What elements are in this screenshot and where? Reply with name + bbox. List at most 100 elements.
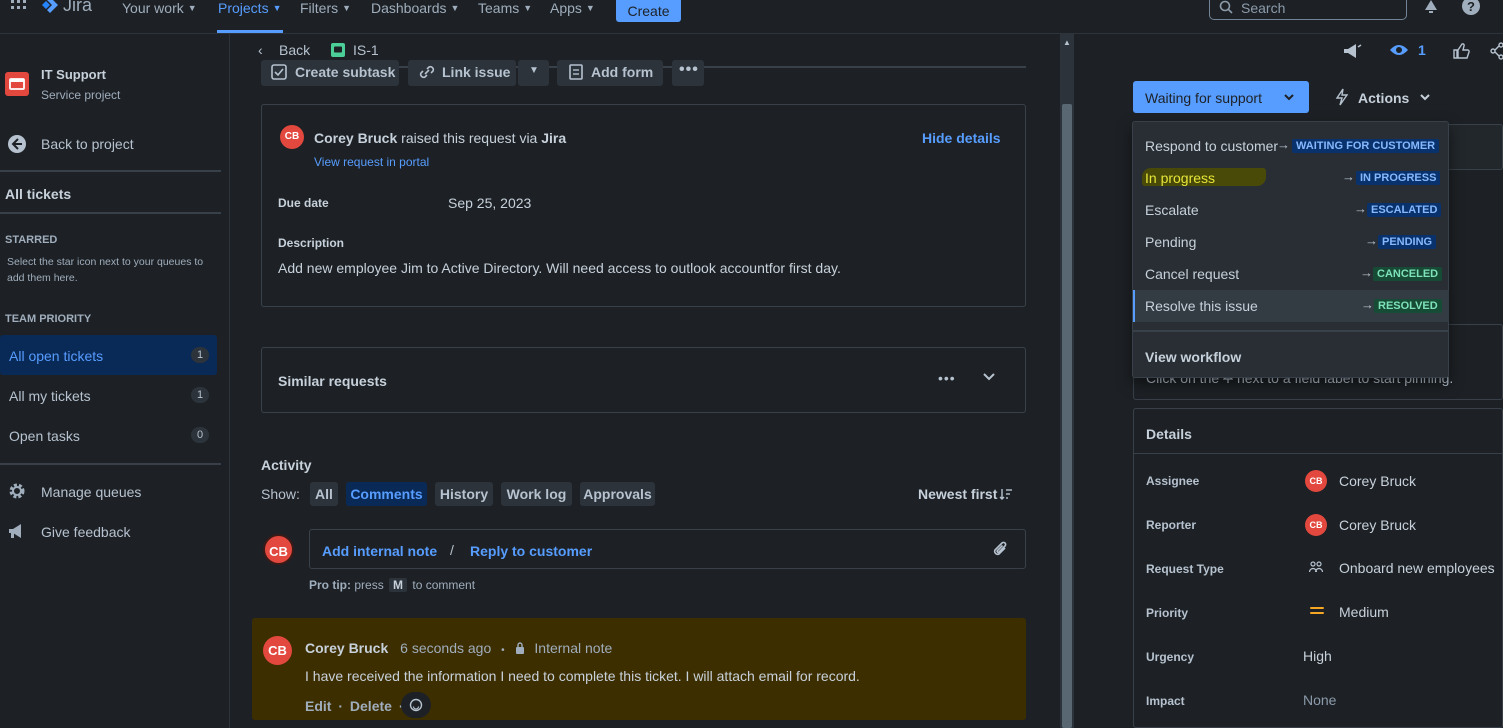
status-button[interactable]: Waiting for support bbox=[1133, 81, 1309, 113]
sidebar-item-all-my-tickets[interactable]: All my tickets 1 bbox=[0, 375, 217, 415]
create-subtask-button[interactable]: Create subtask bbox=[261, 60, 399, 86]
transition-resolve-this-issue[interactable]: Resolve this issue → RESOLVED bbox=[1133, 290, 1449, 322]
transition-cancel-request[interactable]: Cancel request → CANCELED bbox=[1133, 258, 1449, 290]
raised-by-name[interactable]: Corey Bruck bbox=[314, 130, 397, 146]
details-header[interactable]: Details bbox=[1134, 409, 1502, 454]
scroll-up-arrow-icon[interactable]: ▲ bbox=[1063, 38, 1071, 47]
back-label: Back bbox=[279, 42, 311, 58]
issue-main-panel: ‹ Back IS-1 Create subtask Link issue ▼ … bbox=[230, 34, 1060, 728]
manage-queues-link[interactable]: Manage queues bbox=[0, 480, 217, 504]
jira-logo-icon[interactable] bbox=[41, 0, 59, 14]
description-text[interactable]: Add new employee Jim to Active Directory… bbox=[278, 260, 841, 276]
comment-author[interactable]: Corey Bruck bbox=[305, 640, 388, 656]
editor-separator: / bbox=[450, 542, 454, 558]
impact-value[interactable]: None bbox=[1303, 692, 1336, 708]
nav-apps-label: Apps bbox=[550, 0, 582, 16]
watch-count[interactable]: 1 bbox=[1418, 42, 1426, 58]
avatar[interactable]: CB bbox=[263, 636, 292, 665]
all-tickets-heading[interactable]: All tickets bbox=[5, 186, 71, 202]
transition-respond-to-customer[interactable]: Respond to customer → WAITING FOR CUSTOM… bbox=[1133, 130, 1449, 162]
delete-comment-button[interactable]: Delete bbox=[350, 698, 392, 714]
app-name[interactable]: Jira bbox=[63, 0, 92, 16]
transition-escalate[interactable]: Escalate → ESCALATED bbox=[1133, 194, 1449, 226]
status-lozenge: PENDING bbox=[1378, 235, 1437, 249]
sidebar-item-all-open-tickets[interactable]: All open tickets 1 bbox=[0, 335, 217, 375]
view-workflow-link[interactable]: View workflow bbox=[1145, 349, 1241, 365]
reply-to-customer-button[interactable]: Reply to customer bbox=[470, 543, 592, 559]
create-button[interactable]: Create bbox=[616, 0, 681, 22]
transition-pending[interactable]: Pending → PENDING bbox=[1133, 226, 1449, 258]
link-issue-button[interactable]: Link issue bbox=[408, 60, 516, 86]
notifications-icon[interactable] bbox=[1422, 0, 1440, 14]
sort-order-button[interactable]: Newest first bbox=[918, 485, 1028, 505]
project-avatar-icon[interactable] bbox=[5, 72, 29, 96]
status-lozenge: RESOLVED bbox=[1374, 299, 1442, 313]
app-switcher-icon[interactable] bbox=[11, 0, 27, 12]
project-name[interactable]: IT Support bbox=[41, 67, 106, 82]
sidebar-item-open-tasks[interactable]: Open tasks 0 bbox=[0, 415, 217, 455]
queue-label: All open tickets bbox=[9, 348, 104, 364]
activity-filter-approvals[interactable]: Approvals bbox=[580, 482, 655, 506]
back-to-project-link[interactable]: Back to project bbox=[0, 132, 221, 156]
queue-count-badge: 1 bbox=[191, 387, 209, 403]
nav-projects[interactable]: Projects ▼ bbox=[218, 0, 282, 18]
issue-key[interactable]: IS-1 bbox=[353, 42, 379, 58]
nav-filters[interactable]: Filters ▼ bbox=[300, 0, 351, 18]
avatar[interactable]: CB bbox=[1305, 514, 1327, 536]
view-request-in-portal-link[interactable]: View request in portal bbox=[314, 155, 429, 169]
assignee-value[interactable]: Corey Bruck bbox=[1339, 473, 1416, 489]
transition-label: In progress bbox=[1145, 170, 1216, 186]
nav-apps[interactable]: Apps ▼ bbox=[550, 0, 595, 18]
similar-requests-card[interactable]: Similar requests ••• bbox=[261, 347, 1026, 413]
avatar[interactable]: CB bbox=[263, 534, 294, 565]
watch-eye-icon[interactable] bbox=[1389, 43, 1409, 57]
link-issue-dropdown-button[interactable]: ▼ bbox=[518, 60, 549, 86]
queue-label: Open tasks bbox=[9, 428, 80, 444]
actions-button[interactable]: Actions bbox=[1329, 81, 1431, 113]
feedback-megaphone-icon[interactable] bbox=[1342, 42, 1362, 60]
priority-value[interactable]: Medium bbox=[1339, 604, 1389, 620]
add-internal-note-button[interactable]: Add internal note bbox=[322, 543, 437, 559]
comment-time[interactable]: 6 seconds ago bbox=[400, 640, 491, 656]
help-icon[interactable]: ? bbox=[1461, 0, 1481, 16]
avatar[interactable]: CB bbox=[280, 125, 304, 149]
give-feedback-link[interactable]: Give feedback bbox=[0, 520, 217, 544]
activity-filter-all[interactable]: All bbox=[310, 482, 338, 506]
issue-type-icon bbox=[331, 43, 345, 57]
link-icon bbox=[418, 64, 436, 80]
nav-dashboards[interactable]: Dashboards ▼ bbox=[371, 0, 459, 18]
add-form-button[interactable]: Add form bbox=[557, 60, 663, 86]
back-link[interactable]: ‹ Back bbox=[258, 42, 310, 60]
queue-label: All my tickets bbox=[9, 388, 91, 404]
request-type-value[interactable]: Onboard new employees bbox=[1339, 560, 1495, 576]
activity-filter-work-log[interactable]: Work log bbox=[501, 482, 572, 506]
reporter-value[interactable]: Corey Bruck bbox=[1339, 517, 1416, 533]
share-icon[interactable] bbox=[1490, 42, 1503, 60]
comment-editor[interactable]: Add internal note / Reply to customer bbox=[309, 529, 1026, 569]
chevron-down-icon: ▼ bbox=[585, 3, 595, 13]
show-label: Show: bbox=[261, 486, 300, 502]
chevron-down-icon: ▼ bbox=[450, 3, 460, 13]
like-icon[interactable] bbox=[1452, 42, 1470, 60]
more-icon[interactable]: ••• bbox=[938, 370, 956, 386]
field-label-reporter: Reporter bbox=[1146, 518, 1197, 532]
more-actions-button[interactable]: ••• bbox=[672, 60, 704, 86]
add-reaction-icon[interactable] bbox=[401, 692, 431, 718]
hide-details-button[interactable]: Hide details bbox=[922, 130, 1001, 146]
activity-filter-history[interactable]: History bbox=[435, 482, 493, 506]
urgency-value[interactable]: High bbox=[1303, 648, 1332, 664]
chevron-down-icon: ▼ bbox=[523, 3, 533, 13]
chevron-down-icon[interactable] bbox=[983, 373, 995, 381]
nav-teams[interactable]: Teams ▼ bbox=[478, 0, 532, 18]
activity-filter-comments[interactable]: Comments bbox=[346, 482, 427, 506]
scrollbar-thumb[interactable] bbox=[1062, 104, 1072, 728]
attachment-icon[interactable] bbox=[991, 540, 1009, 558]
people-icon bbox=[1309, 561, 1323, 573]
edit-comment-button[interactable]: Edit bbox=[305, 698, 331, 714]
nav-your-work[interactable]: Your work ▼ bbox=[122, 0, 197, 18]
avatar[interactable]: CB bbox=[1305, 470, 1327, 492]
transition-in-progress[interactable]: In progress → IN PROGRESS bbox=[1133, 162, 1449, 194]
search-input[interactable]: Search bbox=[1209, 0, 1407, 20]
due-date-value[interactable]: Sep 25, 2023 bbox=[448, 195, 531, 211]
comment-bullet: • bbox=[501, 645, 505, 656]
